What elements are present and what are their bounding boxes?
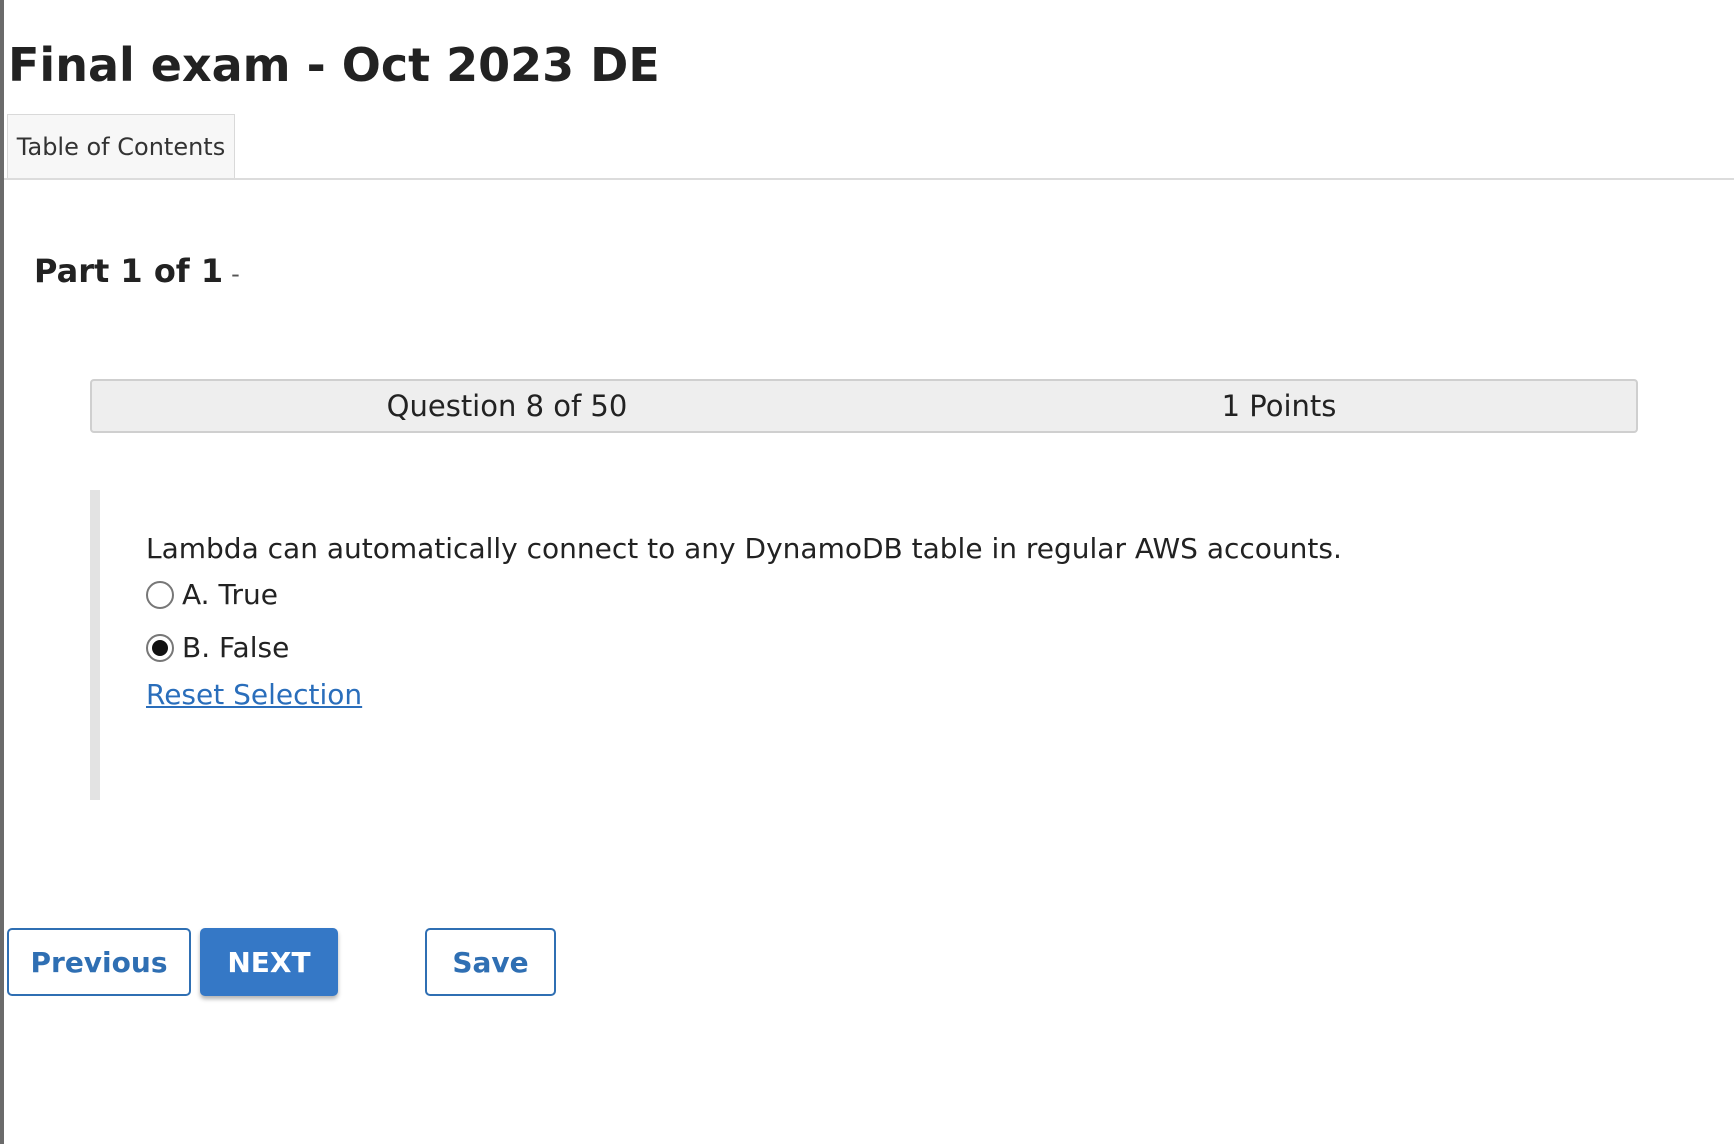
reset-selection-link[interactable]: Reset Selection [146,678,362,711]
save-button[interactable]: Save [425,928,556,996]
exam-title: Final exam - Oct 2023 DE [8,38,660,92]
tabs-divider [4,178,1734,180]
option-b-radio[interactable] [146,633,174,662]
option-a-radio[interactable] [146,580,174,609]
option-a[interactable]: A. True [146,578,278,611]
question-header: Question 8 of 50 1 Points [90,379,1638,433]
question-points: 1 Points [1221,389,1337,423]
part-heading: Part 1 of 1- [34,252,240,290]
question-body: Lambda can automatically connect to any … [90,490,1660,800]
option-b-label[interactable]: B. False [182,631,289,664]
question-number: Question 8 of 50 [386,389,628,423]
next-button[interactable]: NEXT [200,928,338,996]
option-b[interactable]: B. False [146,631,289,664]
option-a-label[interactable]: A. True [182,578,278,611]
exam-page: Final exam - Oct 2023 DE Table of Conten… [4,0,1734,1144]
question-text: Lambda can automatically connect to any … [146,532,1342,565]
part-separator: - [231,260,240,288]
previous-button[interactable]: Previous [7,928,191,996]
part-title: Part 1 of 1 [34,252,224,290]
tab-table-of-contents[interactable]: Table of Contents [7,114,235,178]
